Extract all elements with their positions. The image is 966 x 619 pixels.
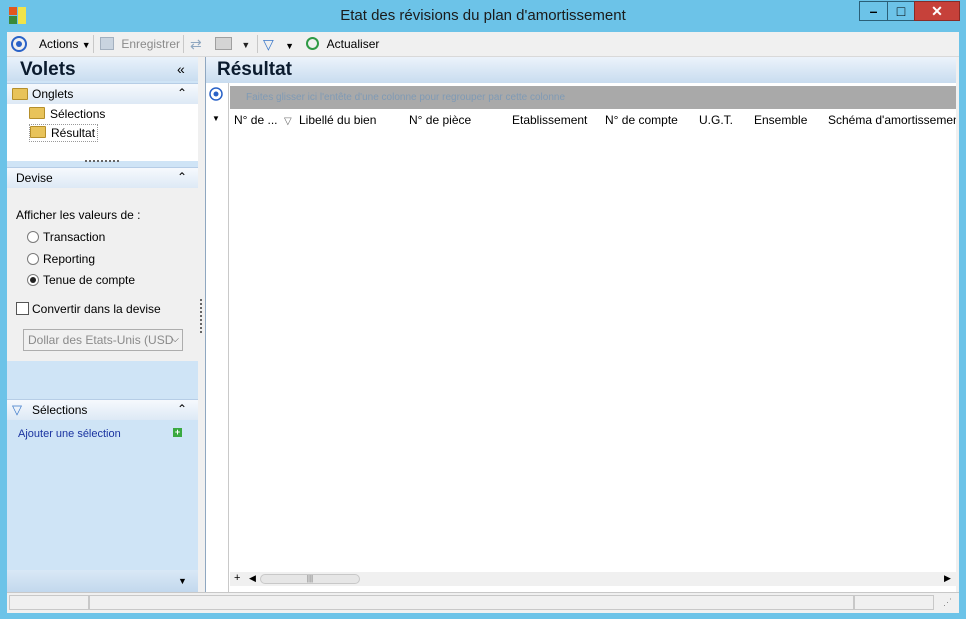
radio-label: Reporting bbox=[43, 252, 96, 266]
collapse-panel-icon[interactable]: « bbox=[177, 61, 185, 77]
selections-section-header[interactable]: ▽ Sélections ⌃ bbox=[7, 399, 198, 421]
title-bar: Etat des révisions du plan d'amortisseme… bbox=[0, 0, 966, 32]
target-icon[interactable] bbox=[11, 36, 27, 52]
status-bar: ⋰ bbox=[7, 592, 959, 613]
convert-label: Convertir dans la devise bbox=[32, 302, 161, 316]
currency-select[interactable]: Dollar des Etats-Unis (USD ⌵ bbox=[23, 329, 183, 351]
tree-item-label: Sélections bbox=[50, 107, 106, 121]
sync-icon: ⇄ bbox=[190, 36, 202, 52]
print-button[interactable]: ▼ bbox=[215, 36, 250, 52]
onglets-section-header[interactable]: Onglets ⌃ bbox=[7, 83, 198, 105]
show-values-label: Afficher les valeurs de : bbox=[16, 208, 141, 222]
resize-grip-icon[interactable]: ⋰ bbox=[943, 597, 952, 608]
folder-icon bbox=[29, 107, 45, 119]
open-folder-icon bbox=[30, 126, 46, 138]
currency-value: Dollar des Etats-Unis (USD bbox=[28, 333, 174, 347]
column-header[interactable]: N° de ... bbox=[234, 113, 277, 127]
client-area: Actions ▼ Enregistrer ⇄ ▼ ▽ ▼ Actualiser… bbox=[7, 32, 959, 613]
radio-reporting[interactable] bbox=[27, 253, 39, 265]
column-header-filter-icon[interactable]: ▽ bbox=[284, 113, 292, 127]
sync-button[interactable]: ⇄ bbox=[190, 36, 202, 52]
chevron-up-icon[interactable]: ⌃ bbox=[177, 170, 187, 184]
refresh-button[interactable]: Actualiser bbox=[306, 36, 379, 52]
add-icon[interactable]: + bbox=[173, 428, 182, 437]
radio-label: Transaction bbox=[43, 230, 106, 244]
splitter-grip[interactable] bbox=[200, 299, 202, 333]
column-header[interactable]: Libellé du bien bbox=[299, 113, 376, 127]
radio-label: Tenue de compte bbox=[43, 273, 136, 287]
onglets-tree: Sélections Résultat bbox=[7, 104, 198, 162]
volets-header: Volets « bbox=[7, 57, 198, 81]
toolbar-separator bbox=[183, 35, 184, 53]
chevron-down-icon: ▼ bbox=[241, 40, 251, 50]
column-header[interactable]: N° de pièce bbox=[409, 113, 471, 127]
status-cell bbox=[9, 595, 89, 610]
column-header[interactable]: N° de compte bbox=[605, 113, 678, 127]
tree-item-selections[interactable]: Sélections bbox=[29, 106, 105, 122]
printer-icon bbox=[215, 37, 232, 50]
toolbar-separator bbox=[257, 35, 258, 53]
result-header: Résultat bbox=[206, 57, 956, 83]
chevron-down-icon: ⌵ bbox=[171, 334, 179, 345]
actions-menu-button[interactable]: Actions ▼ bbox=[39, 36, 91, 52]
save-icon bbox=[100, 37, 114, 50]
save-button[interactable]: Enregistrer bbox=[100, 36, 180, 52]
radio-tenue-de-compte[interactable] bbox=[27, 274, 39, 286]
minimize-icon: – bbox=[869, 3, 878, 19]
tree-item-resultat[interactable]: Résultat bbox=[29, 124, 99, 142]
column-header[interactable]: Etablissement bbox=[512, 113, 587, 127]
devise-section-header[interactable]: Devise ⌃ bbox=[7, 167, 198, 189]
target-icon[interactable] bbox=[209, 87, 223, 101]
convert-checkbox[interactable] bbox=[16, 302, 29, 315]
chevron-down-icon: ▼ bbox=[81, 40, 91, 50]
selections-title: Sélections bbox=[32, 403, 88, 417]
save-label: Enregistrer bbox=[121, 37, 181, 51]
chevron-up-icon[interactable]: ⌃ bbox=[177, 402, 187, 416]
refresh-label: Actualiser bbox=[326, 37, 380, 51]
toolbar-separator bbox=[93, 35, 94, 53]
chevron-up-icon[interactable]: ⌃ bbox=[177, 86, 187, 100]
filter-button[interactable]: ▽ ▼ bbox=[263, 36, 294, 52]
radio-transaction[interactable] bbox=[27, 231, 39, 243]
result-title: Résultat bbox=[217, 59, 292, 80]
toolbar: Actions ▼ Enregistrer ⇄ ▼ ▽ ▼ Actualiser bbox=[7, 32, 959, 57]
status-cell bbox=[854, 595, 934, 610]
side-panel: Volets « Onglets ⌃ Sélections Résultat D… bbox=[7, 57, 202, 595]
column-header[interactable]: U.G.T. bbox=[699, 113, 733, 127]
filter-icon: ▽ bbox=[12, 402, 22, 417]
status-cell bbox=[89, 595, 854, 610]
tree-item-label: Résultat bbox=[51, 126, 96, 140]
onglets-title: Onglets bbox=[32, 87, 74, 101]
maximize-button[interactable]: □ bbox=[887, 1, 915, 21]
devise-body: Afficher les valeurs de : Transaction Re… bbox=[7, 188, 202, 361]
filter-icon: ▽ bbox=[263, 36, 274, 52]
minimize-button[interactable]: – bbox=[859, 1, 888, 21]
folder-icon bbox=[12, 88, 28, 100]
add-selection-link[interactable]: Ajouter une sélection bbox=[18, 428, 121, 440]
app-window: Etat des révisions du plan d'amortisseme… bbox=[0, 0, 966, 619]
horizontal-scrollbar[interactable]: + ◀ ||| ▶ bbox=[230, 572, 956, 586]
chevron-left-icon[interactable]: ◀ bbox=[249, 573, 256, 584]
plus-icon[interactable]: + bbox=[234, 572, 240, 584]
column-header[interactable]: Ensemble bbox=[754, 113, 807, 127]
devise-title: Devise bbox=[16, 171, 53, 185]
volets-title: Volets bbox=[20, 59, 76, 80]
column-header[interactable]: Schéma d'amortissement bbox=[828, 113, 956, 127]
chevron-down-icon: ▼ bbox=[285, 41, 295, 51]
chevron-right-icon[interactable]: ▶ bbox=[944, 573, 951, 584]
actions-label: Actions bbox=[39, 37, 79, 51]
chevron-down-icon[interactable]: ▼ bbox=[178, 576, 187, 586]
chevron-down-icon[interactable]: ▼ bbox=[212, 114, 220, 123]
selections-body: Ajouter une sélection + bbox=[7, 420, 198, 570]
group-by-area[interactable]: Faites glisser ici l'entête d'une colonn… bbox=[230, 86, 956, 109]
scrollbar-thumb[interactable]: ||| bbox=[260, 574, 360, 584]
result-pane: Résultat ▼ Faites glisser ici l'entête d… bbox=[205, 57, 956, 595]
splitter-grip[interactable] bbox=[85, 160, 119, 162]
close-button[interactable]: ✕ bbox=[914, 1, 960, 21]
window-title: Etat des révisions du plan d'amortisseme… bbox=[340, 7, 626, 24]
refresh-icon bbox=[306, 37, 319, 50]
close-icon: ✕ bbox=[931, 3, 943, 19]
grid-gutter: ▼ bbox=[206, 83, 229, 595]
maximize-icon: □ bbox=[896, 3, 906, 19]
